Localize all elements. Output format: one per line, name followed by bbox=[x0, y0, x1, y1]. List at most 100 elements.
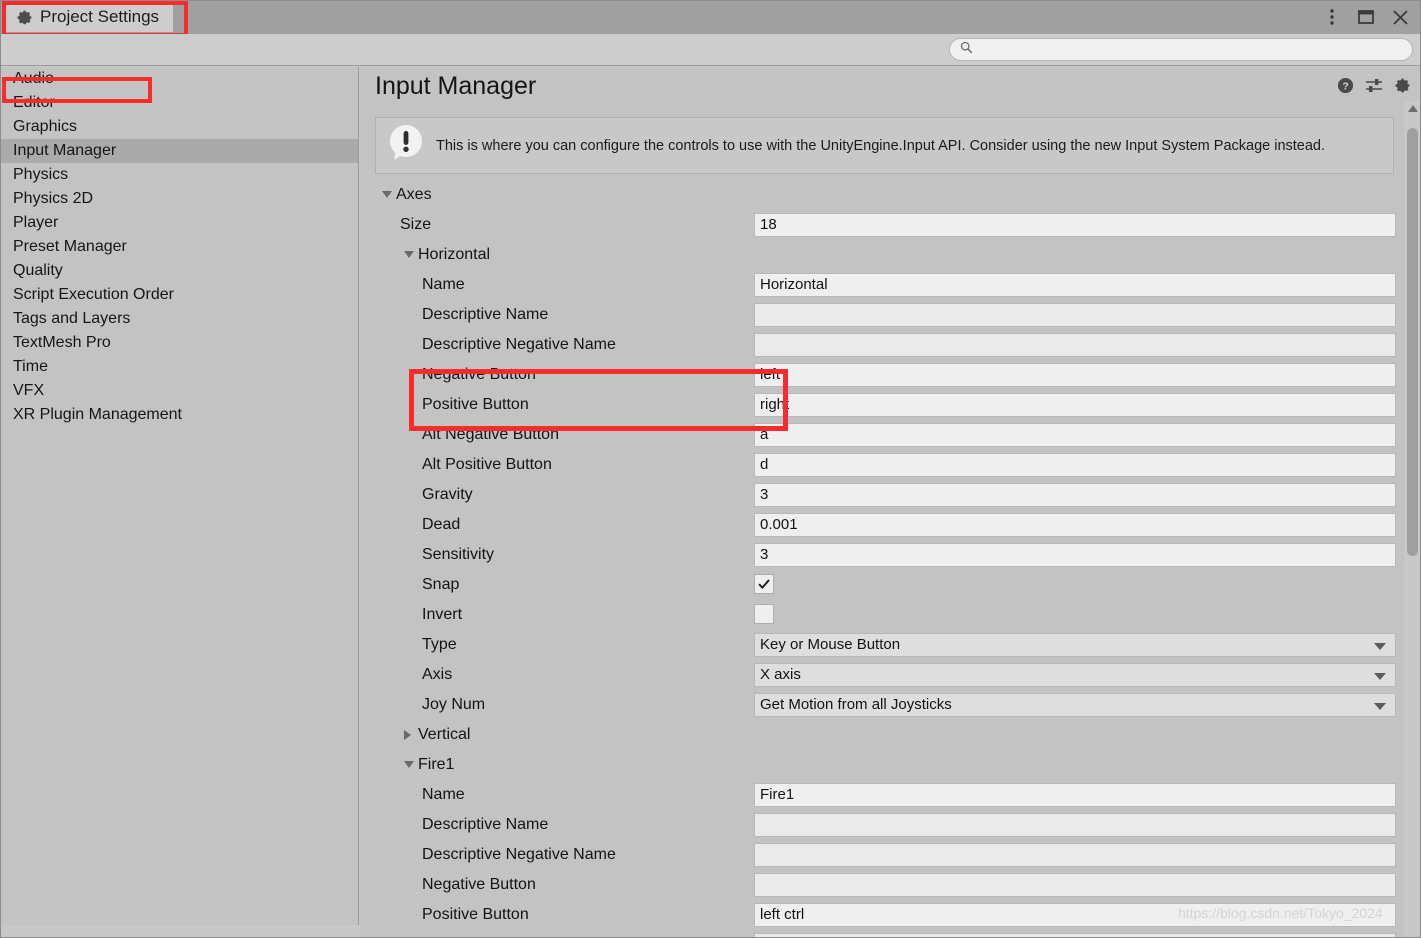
type-dropdown[interactable]: Type Key or Mouse Button bbox=[360, 630, 1421, 660]
axis-dropdown[interactable]: Axis X axis bbox=[360, 660, 1421, 690]
alt-positive-button-field[interactable]: Alt Positive Button d bbox=[360, 450, 1421, 480]
descriptive-negative-name-field[interactable]: Descriptive Negative Name bbox=[360, 330, 1421, 360]
snap-checkbox[interactable]: Snap bbox=[360, 570, 1421, 600]
property-value-input[interactable]: Fire1 bbox=[754, 783, 1396, 807]
sidebar-item-preset-manager[interactable]: Preset Manager bbox=[0, 235, 358, 259]
dropdown-value: Key or Mouse Button bbox=[760, 636, 901, 653]
property-dropdown[interactable]: Key or Mouse Button bbox=[754, 633, 1396, 657]
positive-button-field[interactable]: Positive Button right bbox=[360, 390, 1421, 420]
property-dropdown[interactable]: Get Motion from all Joysticks bbox=[754, 693, 1396, 717]
property-value-input[interactable]: d bbox=[754, 453, 1396, 477]
chevron-down-icon bbox=[1374, 673, 1386, 680]
dead-field[interactable]: Dead 0.001 bbox=[360, 510, 1421, 540]
fire1-alt-negative-button-field[interactable] bbox=[360, 930, 1421, 938]
fire1-descriptive-name-field[interactable]: Descriptive Name bbox=[360, 810, 1421, 840]
fire1-name-field[interactable]: Name Fire1 bbox=[360, 780, 1421, 810]
sidebar-item-editor[interactable]: Editor bbox=[0, 91, 358, 115]
property-label: Descriptive Negative Name bbox=[422, 846, 616, 863]
property-label: Alt Positive Button bbox=[422, 456, 552, 473]
vertical-foldout[interactable]: Vertical bbox=[360, 720, 1421, 750]
gravity-field[interactable]: Gravity 3 bbox=[360, 480, 1421, 510]
sidebar-item-physics-2d[interactable]: Physics 2D bbox=[0, 187, 358, 211]
sidebar-item-physics[interactable]: Physics bbox=[0, 163, 358, 187]
property-label: Horizontal bbox=[418, 246, 491, 263]
sidebar-item-xr-plugin-management[interactable]: XR Plugin Management bbox=[0, 403, 358, 427]
property-value-input[interactable]: 3 bbox=[754, 483, 1396, 507]
sidebar-item-audio[interactable]: Audio bbox=[0, 67, 358, 91]
maximize-button[interactable] bbox=[1349, 0, 1383, 34]
sidebar-item-input-manager[interactable]: Input Manager bbox=[0, 139, 358, 163]
size-field[interactable]: Size 18 bbox=[360, 210, 1421, 240]
property-value-input[interactable]: a bbox=[754, 423, 1396, 447]
property-value-input[interactable]: right bbox=[754, 393, 1396, 417]
descriptive-name-field[interactable]: Descriptive Name bbox=[360, 300, 1421, 330]
property-value-input[interactable] bbox=[754, 303, 1396, 327]
sidebar-item-label: Physics 2D bbox=[13, 190, 94, 207]
property-value-input[interactable]: left bbox=[754, 363, 1396, 387]
sidebar-item-time[interactable]: Time bbox=[0, 355, 358, 379]
property-label: Descriptive Name bbox=[422, 306, 549, 323]
property-label: Name bbox=[422, 276, 465, 293]
settings-category-sidebar[interactable]: Audio Editor Graphics Input Manager Physics P… bbox=[0, 67, 359, 925]
alt-negative-button-field[interactable]: Alt Negative Button a bbox=[360, 420, 1421, 450]
search-icon bbox=[960, 41, 973, 59]
property-value-input[interactable] bbox=[754, 813, 1396, 837]
overflow-menu-button[interactable] bbox=[1315, 0, 1349, 34]
property-value-input[interactable]: left ctrl bbox=[754, 903, 1396, 927]
property-label: Negative Button bbox=[422, 876, 536, 893]
invert-checkbox[interactable]: Invert bbox=[360, 600, 1421, 630]
property-value-input[interactable]: 3 bbox=[754, 543, 1396, 567]
name-field[interactable]: Name Horizontal bbox=[360, 270, 1421, 300]
vertical-scrollbar[interactable] bbox=[1404, 101, 1421, 938]
close-button[interactable] bbox=[1383, 0, 1417, 34]
property-value-input[interactable] bbox=[754, 333, 1396, 357]
dropdown-value: X axis bbox=[760, 666, 801, 683]
tab-project-settings[interactable]: Project Settings bbox=[6, 2, 174, 32]
toolbar bbox=[0, 34, 1421, 66]
fire1-positive-button-field[interactable]: Positive Button left ctrl bbox=[360, 900, 1421, 930]
help-icon[interactable]: ? bbox=[1337, 77, 1354, 94]
sidebar-item-player[interactable]: Player bbox=[0, 211, 358, 235]
sensitivity-field[interactable]: Sensitivity 3 bbox=[360, 540, 1421, 570]
property-checkbox[interactable] bbox=[754, 574, 774, 594]
chevron-down-icon[interactable] bbox=[404, 761, 414, 768]
horizontal-foldout[interactable]: Horizontal bbox=[360, 240, 1421, 270]
search-input[interactable] bbox=[979, 40, 1412, 59]
scrollbar-thumb[interactable] bbox=[1407, 128, 1418, 556]
sidebar-item-label: Player bbox=[13, 214, 59, 231]
property-label: Gravity bbox=[422, 486, 473, 503]
negative-button-field[interactable]: Negative Button left bbox=[360, 360, 1421, 390]
preset-icon[interactable] bbox=[1365, 77, 1383, 94]
sidebar-item-label: Preset Manager bbox=[13, 238, 127, 255]
property-value-input[interactable]: 18 bbox=[754, 213, 1396, 237]
sidebar-item-tags-and-layers[interactable]: Tags and Layers bbox=[0, 307, 358, 331]
sidebar-item-vfx[interactable]: VFX bbox=[0, 379, 358, 403]
search-box[interactable] bbox=[949, 38, 1413, 61]
property-value-input[interactable] bbox=[754, 933, 1396, 938]
settings-gear-icon[interactable] bbox=[1394, 77, 1411, 94]
property-label: Size bbox=[400, 216, 432, 233]
axes-foldout[interactable]: Axes bbox=[360, 180, 1421, 210]
property-checkbox[interactable] bbox=[754, 604, 774, 624]
fire1-negative-button-field[interactable]: Negative Button bbox=[360, 870, 1421, 900]
sidebar-item-label: XR Plugin Management bbox=[13, 406, 182, 423]
scroll-up-arrow-icon[interactable] bbox=[1408, 105, 1418, 112]
chevron-right-icon[interactable] bbox=[404, 730, 411, 740]
property-value-input[interactable] bbox=[754, 873, 1396, 897]
chevron-down-icon[interactable] bbox=[404, 251, 414, 258]
properties-list: Axes Size 18 Horizontal Name Horizontal Descri… bbox=[360, 180, 1421, 938]
chevron-down-icon[interactable] bbox=[382, 191, 392, 198]
property-value-input[interactable]: Horizontal bbox=[754, 273, 1396, 297]
sidebar-item-script-execution-order[interactable]: Script Execution Order bbox=[0, 283, 358, 307]
fire1-foldout[interactable]: Fire1 bbox=[360, 750, 1421, 780]
property-label: Positive Button bbox=[422, 396, 529, 413]
property-value-input[interactable] bbox=[754, 843, 1396, 867]
fire1-descriptive-negative-name-field[interactable]: Descriptive Negative Name bbox=[360, 840, 1421, 870]
sidebar-item-textmesh-pro[interactable]: TextMesh Pro bbox=[0, 331, 358, 355]
sidebar-item-graphics[interactable]: Graphics bbox=[0, 115, 358, 139]
sidebar-item-label: Tags and Layers bbox=[13, 310, 131, 327]
property-dropdown[interactable]: X axis bbox=[754, 663, 1396, 687]
property-value-input[interactable]: 0.001 bbox=[754, 513, 1396, 537]
joy-num-dropdown[interactable]: Joy Num Get Motion from all Joysticks bbox=[360, 690, 1421, 720]
sidebar-item-quality[interactable]: Quality bbox=[0, 259, 358, 283]
